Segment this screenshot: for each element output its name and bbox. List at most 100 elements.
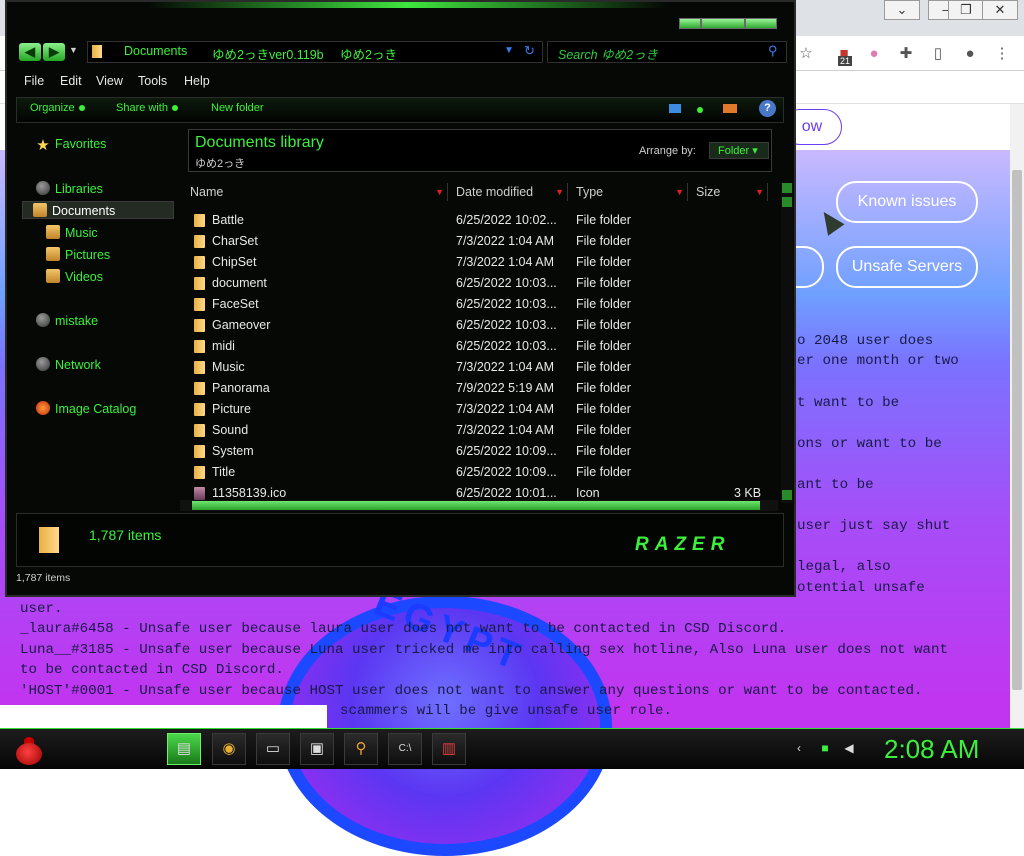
- chevron-down-icon[interactable]: ⌄: [884, 0, 920, 20]
- page-scroll-thumb[interactable]: [1012, 170, 1022, 690]
- navigation-pane: ★ Favorites Libraries Documents Music Pic…: [16, 126, 174, 511]
- back-arrow-icon[interactable]: ◀: [19, 43, 41, 61]
- menu-help[interactable]: Help: [184, 74, 210, 88]
- horizontal-scrollbar[interactable]: [180, 500, 778, 511]
- table-row[interactable]: Sound 7/3/2022 1:04 AM File folder: [182, 420, 772, 441]
- page-scrollbar[interactable]: [1010, 104, 1024, 728]
- nav-documents-label: Documents: [52, 204, 116, 218]
- flag-icon[interactable]: ●: [864, 44, 884, 64]
- column-name[interactable]: Name ▼: [182, 183, 448, 201]
- profile-icon[interactable]: ●: [960, 44, 980, 64]
- table-row[interactable]: ChipSet 7/3/2022 1:04 AM File folder: [182, 252, 772, 273]
- taskbar-app-icon[interactable]: ▣: [300, 733, 334, 765]
- file-type: File folder: [576, 423, 631, 437]
- taskbar-chrome-icon[interactable]: ◉: [212, 733, 246, 765]
- history-dropdown-icon[interactable]: ▼: [69, 45, 78, 55]
- menu-view[interactable]: View: [96, 74, 123, 88]
- search-icon[interactable]: ⚲: [768, 43, 778, 59]
- table-row[interactable]: Music 7/3/2022 1:04 AM File folder: [182, 357, 772, 378]
- table-row[interactable]: Picture 7/3/2022 1:04 AM File folder: [182, 399, 772, 420]
- nav-favorites[interactable]: ★ Favorites: [36, 137, 106, 153]
- view-dropdown-dot-icon[interactable]: [697, 107, 703, 113]
- taskbar-winrar-icon[interactable]: ▥: [432, 733, 466, 765]
- file-date: 6/25/2022 10:03...: [456, 318, 557, 332]
- view-mode-icon[interactable]: [669, 104, 681, 113]
- forward-arrow-icon[interactable]: ▶: [43, 43, 65, 61]
- preview-pane-icon[interactable]: [723, 104, 737, 113]
- file-type: File folder: [576, 402, 631, 416]
- table-row[interactable]: FaceSet 6/25/2022 10:03... File folder: [182, 294, 772, 315]
- volume-icon[interactable]: ◀: [842, 741, 856, 755]
- table-row[interactable]: Title 6/25/2022 10:09... File folder: [182, 462, 772, 483]
- scroll-thumb[interactable]: [782, 197, 792, 207]
- search-box[interactable]: Search ゆめ2っき ⚲: [547, 41, 787, 63]
- file-type: File folder: [576, 339, 631, 353]
- taskbar-notes-icon[interactable]: ▭: [256, 733, 290, 765]
- nav-music[interactable]: Music: [46, 225, 98, 240]
- table-row[interactable]: midi 6/25/2022 10:03... File folder: [182, 336, 772, 357]
- nav-documents[interactable]: Documents: [22, 201, 174, 219]
- breadcrumb-documents[interactable]: Documents: [124, 44, 187, 58]
- maximize-button[interactable]: [701, 18, 745, 29]
- arrange-by-dropdown[interactable]: Folder ▾: [709, 142, 769, 159]
- address-box[interactable]: Documents ゆめ2っきver0.119b ゆめ2っき ▼ ↻: [87, 41, 543, 63]
- file-date: 7/9/2022 5:19 AM: [456, 381, 554, 395]
- column-date-modified[interactable]: Date modified ▼: [448, 183, 568, 201]
- menu-file[interactable]: File: [24, 74, 44, 88]
- table-row[interactable]: document 6/25/2022 10:03... File folder: [182, 273, 772, 294]
- table-row[interactable]: Gameover 6/25/2022 10:03... File folder: [182, 315, 772, 336]
- close-icon[interactable]: ✕: [982, 0, 1018, 20]
- nav-videos[interactable]: Videos: [46, 269, 103, 284]
- vertical-scrollbar[interactable]: [781, 183, 793, 503]
- breadcrumb-version[interactable]: ゆめ2っきver0.119b: [212, 44, 324, 63]
- restore-icon[interactable]: ❐: [948, 0, 984, 20]
- taskbar-cmd-icon[interactable]: C:\: [388, 733, 422, 765]
- minimize-button[interactable]: [679, 18, 701, 29]
- horizontal-scroll-thumb[interactable]: [192, 501, 760, 510]
- nav-image-catalog[interactable]: Image Catalog: [36, 401, 136, 416]
- table-row[interactable]: Battle 6/25/2022 10:02... File folder: [182, 210, 772, 231]
- more-menu-icon[interactable]: ⋮: [992, 44, 1012, 64]
- scroll-up-icon[interactable]: [782, 183, 792, 193]
- new-folder-button[interactable]: New folder: [211, 102, 264, 114]
- table-row[interactable]: System 6/25/2022 10:09... File folder: [182, 441, 772, 462]
- file-date: 7/3/2022 1:04 AM: [456, 234, 554, 248]
- breadcrumb-folder[interactable]: ゆめ2っき: [340, 44, 397, 63]
- menu-tools[interactable]: Tools: [138, 74, 167, 88]
- taskbar-search-icon[interactable]: ⚲: [344, 733, 378, 765]
- refresh-icon[interactable]: ↻: [524, 43, 535, 59]
- network-icon[interactable]: ■: [818, 741, 832, 755]
- scroll-down-icon[interactable]: [782, 490, 792, 500]
- sidepanel-icon[interactable]: ▯: [928, 44, 948, 64]
- system-tray: ‹ ■ ◀: [792, 741, 862, 759]
- start-button[interactable]: [6, 731, 50, 767]
- nav-pictures[interactable]: Pictures: [46, 247, 110, 262]
- sort-arrow-icon: ▼: [555, 187, 564, 197]
- address-bar: ◀ ▶ ▼ Documents ゆめ2っきver0.119b ゆめ2っき ▼ ↻…: [17, 41, 787, 63]
- star-icon[interactable]: ☆: [796, 44, 816, 64]
- dropdown-arrow-icon[interactable]: ▼: [504, 45, 514, 56]
- menu-edit[interactable]: Edit: [60, 74, 82, 88]
- nav-libraries-label: Libraries: [55, 182, 103, 196]
- column-type[interactable]: Type ▼: [568, 183, 688, 201]
- organize-button[interactable]: Organize: [30, 102, 85, 114]
- puzzle-icon[interactable]: ✚: [896, 44, 916, 64]
- close-button[interactable]: [745, 18, 777, 29]
- table-row[interactable]: CharSet 7/3/2022 1:04 AM File folder: [182, 231, 772, 252]
- known-issues-button[interactable]: Known issues: [836, 181, 978, 223]
- tray-expand-icon[interactable]: ‹: [792, 741, 806, 755]
- unsafe-servers-button[interactable]: Unsafe Servers: [836, 246, 978, 288]
- taskbar-explorer-icon[interactable]: ▤: [167, 733, 201, 765]
- nav-libraries[interactable]: Libraries: [36, 181, 103, 196]
- nav-network[interactable]: Network: [36, 357, 101, 372]
- help-icon[interactable]: ?: [759, 100, 776, 117]
- clock[interactable]: 2:08 AM: [884, 734, 979, 765]
- page-text-line: otential unsafe: [797, 580, 925, 596]
- page-text-line: o 2048 user does: [797, 333, 934, 349]
- table-row[interactable]: Panorama 7/9/2022 5:19 AM File folder: [182, 378, 772, 399]
- file-name: Picture: [212, 402, 251, 416]
- share-with-button[interactable]: Share with: [116, 102, 178, 114]
- table-row[interactable]: 11358139.ico 6/25/2022 10:01... Icon 3 KB: [182, 483, 772, 500]
- nav-mistake[interactable]: mistake: [36, 313, 98, 328]
- column-size[interactable]: Size ▼: [688, 183, 768, 201]
